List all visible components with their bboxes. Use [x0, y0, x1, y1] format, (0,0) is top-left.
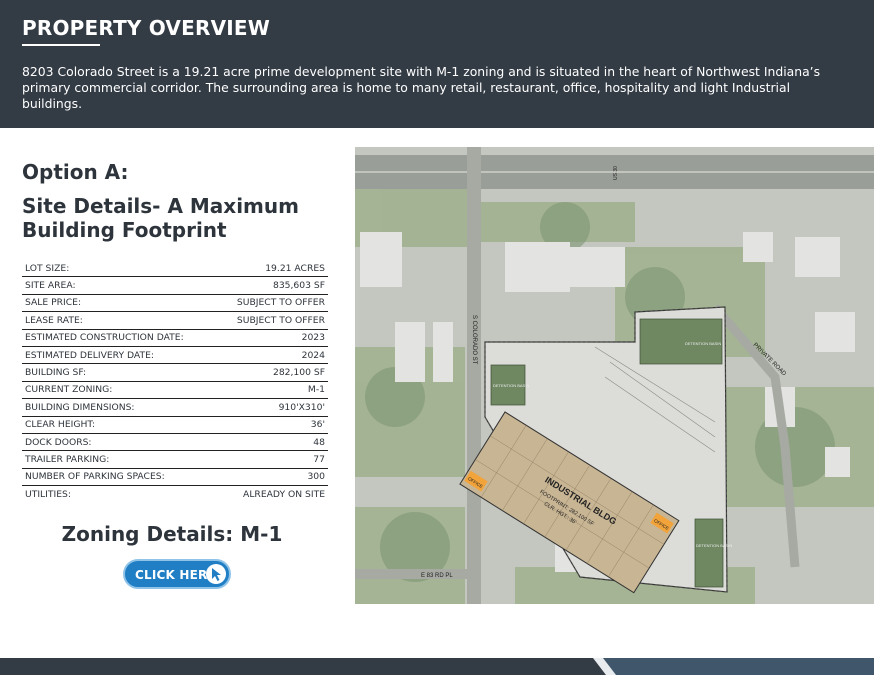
detail-value: 36' — [216, 416, 328, 434]
detail-row: BUILDING DIMENSIONS: 910'X310' — [22, 398, 328, 417]
detail-row: LEASE RATE: SUBJECT TO OFFER — [22, 311, 328, 330]
site-plan-map: INDUSTRIAL BLDG FOOTPRINT: 282,100 SF CL… — [355, 147, 874, 604]
detail-row: TRAILER PARKING: 77 — [22, 450, 328, 469]
detail-label: CLEAR HEIGHT: — [22, 416, 217, 434]
detail-value: 910'X310' — [216, 398, 328, 417]
detail-label: BUILDING SF: — [22, 363, 217, 382]
detail-label: ESTIMATED DELIVERY DATE: — [22, 346, 217, 365]
detail-label: DOCK DOORS: — [22, 433, 217, 452]
page-title: PROPERTY OVERVIEW — [22, 16, 271, 40]
detail-value: 2023 — [216, 329, 328, 347]
detention-label-3: DETENTION BASIN — [696, 543, 732, 548]
detail-row: CLEAR HEIGHT: 36' — [22, 416, 328, 434]
detail-row: LOT SIZE: 19.21 ACRES — [22, 260, 328, 278]
detail-value: 300 — [216, 468, 328, 487]
detail-row: BUILDING SF: 282,100 SF — [22, 363, 328, 382]
site-details-table: LOT SIZE: 19.21 ACRES SITE AREA: 835,603 SF… — [22, 260, 328, 502]
detail-value: 77 — [216, 450, 328, 469]
detail-row: DOCK DOORS: 48 — [22, 433, 328, 452]
detail-value: SUBJECT TO OFFER — [216, 311, 328, 330]
property-description: 8203 Colorado Street is a 19.21 acre pri… — [22, 64, 821, 111]
route-label: US 30 — [613, 166, 619, 180]
cursor-icon — [206, 564, 226, 584]
detail-label: SALE PRICE: — [22, 294, 217, 313]
detail-row: SALE PRICE: SUBJECT TO OFFER — [22, 294, 328, 313]
detail-value: 48 — [216, 433, 328, 452]
83rd-place-label: E 83 RD PL — [421, 573, 453, 579]
footer-bar — [0, 658, 874, 675]
header-banner: PROPERTY OVERVIEW 8203 Colorado Street i… — [0, 0, 874, 128]
zoning-details-title: Zoning Details: M-1 — [61, 522, 283, 546]
detail-row: NUMBER OF PARKING SPACES: 300 — [22, 468, 328, 487]
site-details-title: Site Details- A Maximum Building Footpri… — [22, 194, 299, 242]
detail-label: BUILDING DIMENSIONS: — [22, 398, 217, 417]
detail-label: SITE AREA: — [22, 276, 217, 295]
detention-label-2: DETENTION BASIN — [493, 383, 529, 388]
detail-value: M-1 — [216, 381, 328, 400]
detail-row: UTILITIES: ALREADY ON SITE — [22, 486, 328, 503]
detail-row: SITE AREA: 835,603 SF — [22, 276, 328, 295]
detail-label: UTILITIES: — [25, 488, 71, 500]
detail-value: 282,100 SF — [216, 363, 328, 382]
detail-row: ESTIMATED DELIVERY DATE: 2024 — [22, 346, 328, 365]
click-here-label: CLICK HERE — [135, 568, 216, 582]
detail-value: ALREADY ON SITE — [243, 488, 325, 500]
detail-label: LEASE RATE: — [22, 311, 217, 330]
detail-value: 19.21 ACRES — [216, 260, 328, 278]
detail-label: ESTIMATED CONSTRUCTION DATE: — [22, 329, 217, 347]
detail-label: TRAILER PARKING: — [22, 450, 217, 469]
detention-label-1: DETENTION BASIN — [685, 341, 721, 346]
detail-label: NUMBER OF PARKING SPACES: — [22, 468, 217, 487]
title-underline — [22, 44, 100, 46]
colorado-street-label: S COLORADO ST — [471, 315, 477, 365]
option-label: Option A: — [22, 160, 129, 184]
click-here-button[interactable]: CLICK HERE — [123, 559, 231, 589]
detail-value: 835,603 SF — [216, 276, 328, 295]
detail-value: 2024 — [216, 346, 328, 365]
detail-row: CURRENT ZONING: M-1 — [22, 381, 328, 400]
detail-label: LOT SIZE: — [22, 260, 217, 278]
detail-label: CURRENT ZONING: — [22, 381, 217, 400]
detail-value: SUBJECT TO OFFER — [216, 294, 328, 313]
detail-row: ESTIMATED CONSTRUCTION DATE: 2023 — [22, 329, 328, 347]
